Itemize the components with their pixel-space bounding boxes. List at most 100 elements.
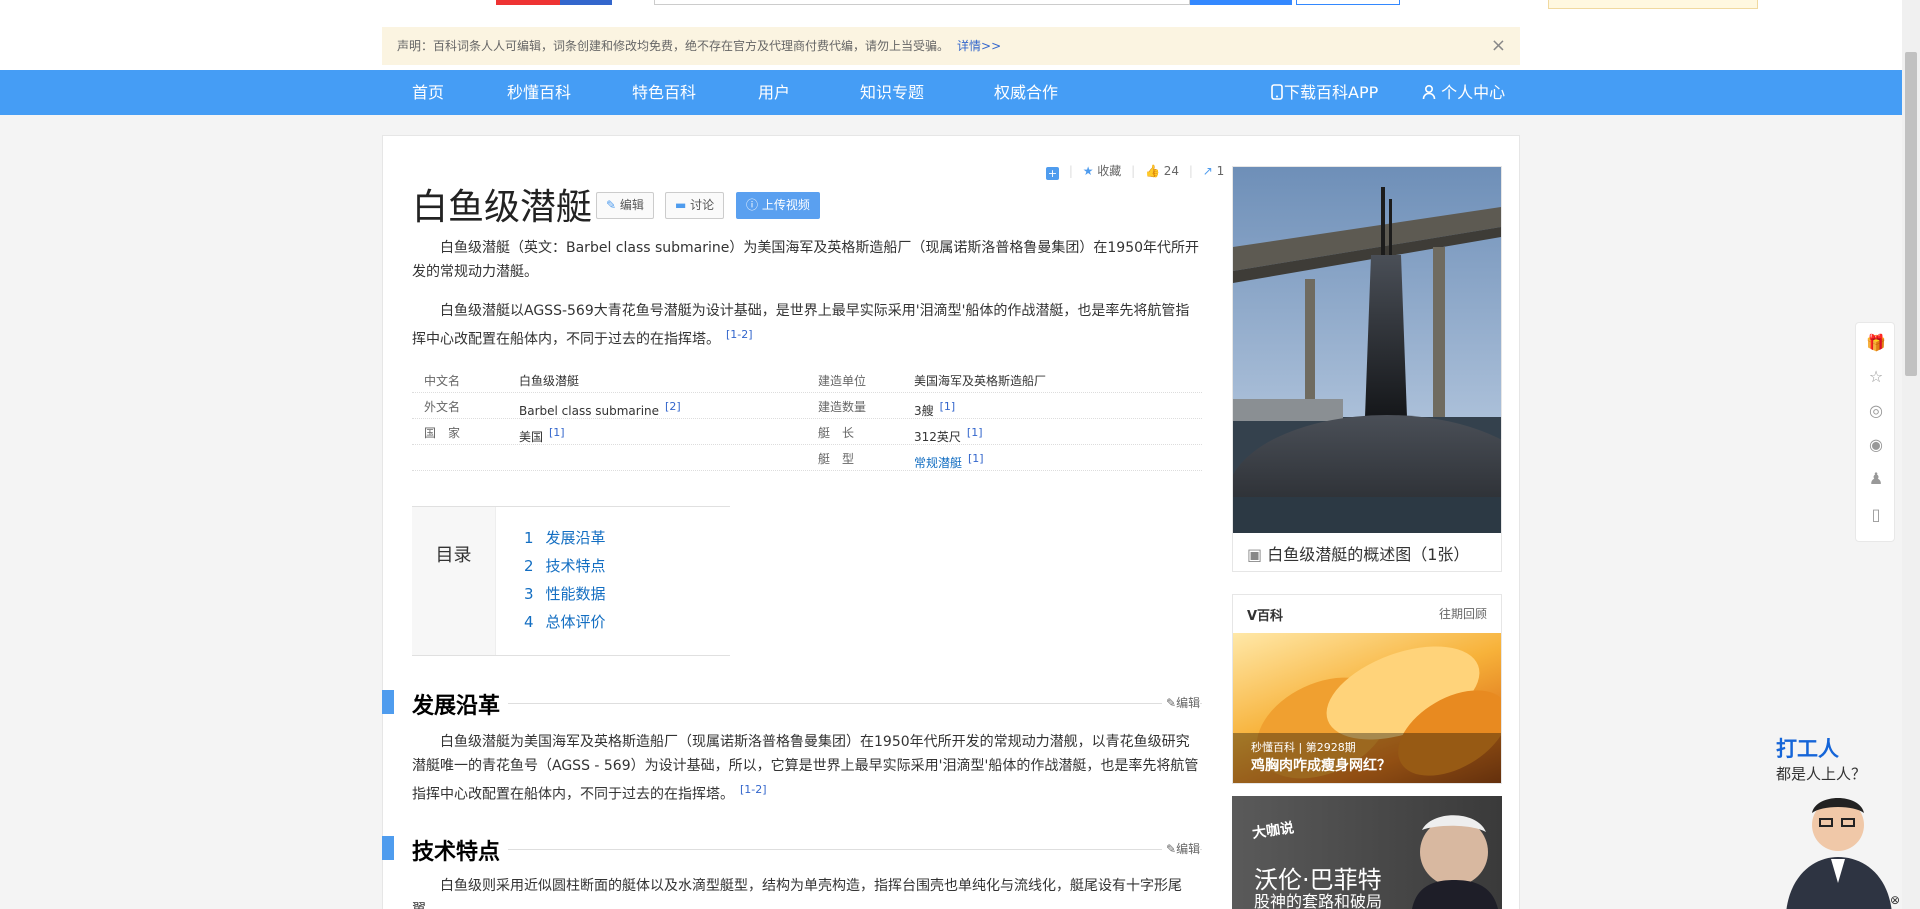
section-title: 发展沿革 [412,688,509,720]
search-input[interactable] [654,0,1190,5]
section-marker [382,836,394,860]
reference-link[interactable]: [1-2] [726,328,753,341]
floating-ad-title: 打工人 [1776,737,1839,761]
info-box: 中文名 白鱼级潜艇 建造单位 美国海军及英格斯造船厂 外文名 Barbel cl… [412,367,1202,471]
search-button[interactable] [1190,0,1292,5]
baike-logo[interactable] [496,0,612,5]
section-marker [382,690,394,714]
info-row: 外文名 Barbel class submarine [2] 建造数量 3艘 [1] [412,393,1202,419]
notice-bar: 声明：百科词条人人可编辑，词条创建和修改均免费，绝不存在官方及代理商付费代编，请… [382,27,1520,65]
v-baike-video-thumb[interactable]: 秒懂百科 | 第2928期 鸡胸肉咋成瘦身网红？ [1233,633,1501,783]
nav-item-miaodong[interactable]: 秒懂百科 [507,70,571,115]
star-outline-icon[interactable]: ☆ [1866,367,1886,387]
floating-ad[interactable]: 打工人 都是人上人？ ⊗ [1776,728,1902,909]
toc-entry-number: 2 [524,557,534,575]
notice-detail-link[interactable]: 详情>> [957,39,1001,53]
info-key: 建造单位 [818,374,867,388]
section-paragraph: 白鱼级则采用近似圆柱断面的艇体以及水滴型艇型，结构为单壳构造，指挥台围壳也单纯化… [412,878,1182,909]
weibo-icon[interactable]: ◎ [1866,401,1886,421]
nav-item-cooperation[interactable]: 权威合作 [994,70,1058,115]
reference-link[interactable]: [1-2] [740,783,767,796]
album-card[interactable]: ▣ 白鱼级潜艇的概述图（1张） [1232,166,1502,572]
nav-item-topics[interactable]: 知识专题 [860,70,924,115]
share-icon[interactable]: ↗ [1203,164,1213,178]
share-count[interactable]: 1 [1217,164,1225,178]
reference-link[interactable]: [1] [940,400,956,413]
section-paragraph: 白鱼级潜艇为美国海军及英格斯造船厂（现属诺斯洛普格鲁曼集团）在1950年代所开发… [412,730,1202,807]
favorite-label[interactable]: 收藏 [1097,164,1121,178]
search-all-button[interactable] [1296,0,1400,5]
nav-item-featured[interactable]: 特色百科 [632,70,696,115]
reference-link[interactable]: [1] [549,426,565,439]
download-app-link[interactable]: 下载百科APP [1270,70,1378,115]
floating-ad-subtitle: 都是人上人？ [1776,765,1867,783]
star-icon[interactable]: ★ [1083,164,1094,178]
info-value-text: Barbel class submarine [519,404,660,418]
thumbs-up-icon[interactable]: 👍 [1145,164,1160,178]
intro-paragraph-1: 白鱼级潜艇（英文：Barbel class submarine）为美国海军及英格… [412,240,1200,280]
section-edit-link[interactable]: ✎编辑 [1162,840,1201,857]
submarine-image [1233,167,1501,533]
info-row: 中文名 白鱼级潜艇 建造单位 美国海军及英格斯造船厂 [412,367,1202,393]
user-center-link[interactable]: 个人中心 [1422,70,1505,115]
qq-icon[interactable]: ♟ [1866,469,1886,489]
section-divider [412,849,1202,850]
toc-entry-number: 3 [524,585,534,603]
v-baike-video-title[interactable]: 鸡胸肉咋成瘦身网红？ [1251,755,1391,775]
discuss-button-label: 讨论 [690,198,715,212]
scrollbar-thumb[interactable] [1905,52,1917,376]
phone-icon [1271,84,1283,100]
close-icon[interactable]: × [1491,27,1506,65]
v-baike-meta: 秒懂百科 | 第2928期 [1251,741,1356,754]
discuss-button[interactable]: ▬ 讨论 [665,192,725,219]
info-key: 国 家 [424,426,461,440]
section-paragraph-text: 白鱼级潜艇为美国海军及英格斯造船厂（现属诺斯洛普格鲁曼集团）在1950年代所开发… [412,734,1199,803]
section-edit-link[interactable]: ✎编辑 [1162,694,1201,711]
nav-item-home[interactable]: 首页 [412,70,444,115]
wechat-icon[interactable]: ◉ [1866,435,1886,455]
v-baike-more-link[interactable]: 往期回顾 [1439,605,1487,622]
toc-entry[interactable]: 4 总体评价 [524,611,606,632]
submarine-photo[interactable] [1233,167,1501,533]
v-baike-title: V百科 [1247,609,1284,624]
download-app-label: 下载百科APP [1284,83,1379,102]
table-of-contents: 目录 1 发展沿革 2 技术特点 3 性能数据 4 总体评价 [412,506,730,656]
add-icon[interactable]: + [1046,167,1059,180]
edit-button-label: 编辑 [619,198,644,212]
info-value-text: 3艘 [914,404,934,418]
intro-paragraph-2-text: 白鱼级潜艇以AGSS-569大青花鱼号潜艇为设计基础，是世界上最早实际采用'泪滴… [412,303,1190,348]
album-caption[interactable]: ▣ 白鱼级潜艇的概述图（1张） [1247,541,1469,565]
info-value: 美国海军及英格斯造船厂 [914,374,1047,388]
scrollbar[interactable] [1902,0,1920,909]
close-icon[interactable]: ⊗ [1890,893,1900,907]
edit-button[interactable]: ✎ 编辑 [596,192,654,219]
reference-link[interactable]: [2] [665,400,681,413]
toc-label: 目录 [412,507,496,655]
ad-subline: 股神的套路和破局 [1254,892,1383,909]
reference-link[interactable]: [1] [968,452,984,465]
gift-icon[interactable]: 🎁 [1866,333,1886,353]
info-value-link[interactable]: 常规潜艇 [914,456,962,470]
toc-entry[interactable]: 1 发展沿革 [524,527,606,548]
user-center-label: 个人中心 [1441,83,1506,102]
comment-icon: ▬ [675,198,687,212]
ad-banner[interactable]: 大咖说 沃伦·巴菲特 股神的套路和破局 [1232,796,1502,909]
intro-paragraph-2: 白鱼级潜艇以AGSS-569大青花鱼号潜艇为设计基础，是世界上最早实际采用'泪滴… [412,299,1202,352]
toc-entry[interactable]: 2 技术特点 [524,555,606,576]
upload-video-button[interactable]: ⓘ 上传视频 [736,192,820,219]
section-title: 技术特点 [412,834,509,866]
reference-link[interactable]: [1] [967,426,983,439]
notice-text: 声明：百科词条人人可编辑，词条创建和修改均免费，绝不存在官方及代理商付费代编，请… [397,39,950,53]
mobile-icon[interactable]: ▯ [1866,505,1886,525]
info-value-text: 312英尺 [914,430,961,444]
info-key: 艇 型 [818,452,855,466]
pencil-icon: ✎ [606,198,617,212]
nav-item-users[interactable]: 用户 [758,70,790,115]
user-icon [1422,84,1436,100]
like-count[interactable]: 24 [1164,164,1179,178]
toc-entry[interactable]: 3 性能数据 [524,583,606,604]
info-key: 艇 长 [818,426,855,440]
toc-entry-title: 技术特点 [545,557,606,575]
article-title: 白鱼级潜艇 [412,187,593,228]
info-value: 常规潜艇 [1] [914,445,984,477]
